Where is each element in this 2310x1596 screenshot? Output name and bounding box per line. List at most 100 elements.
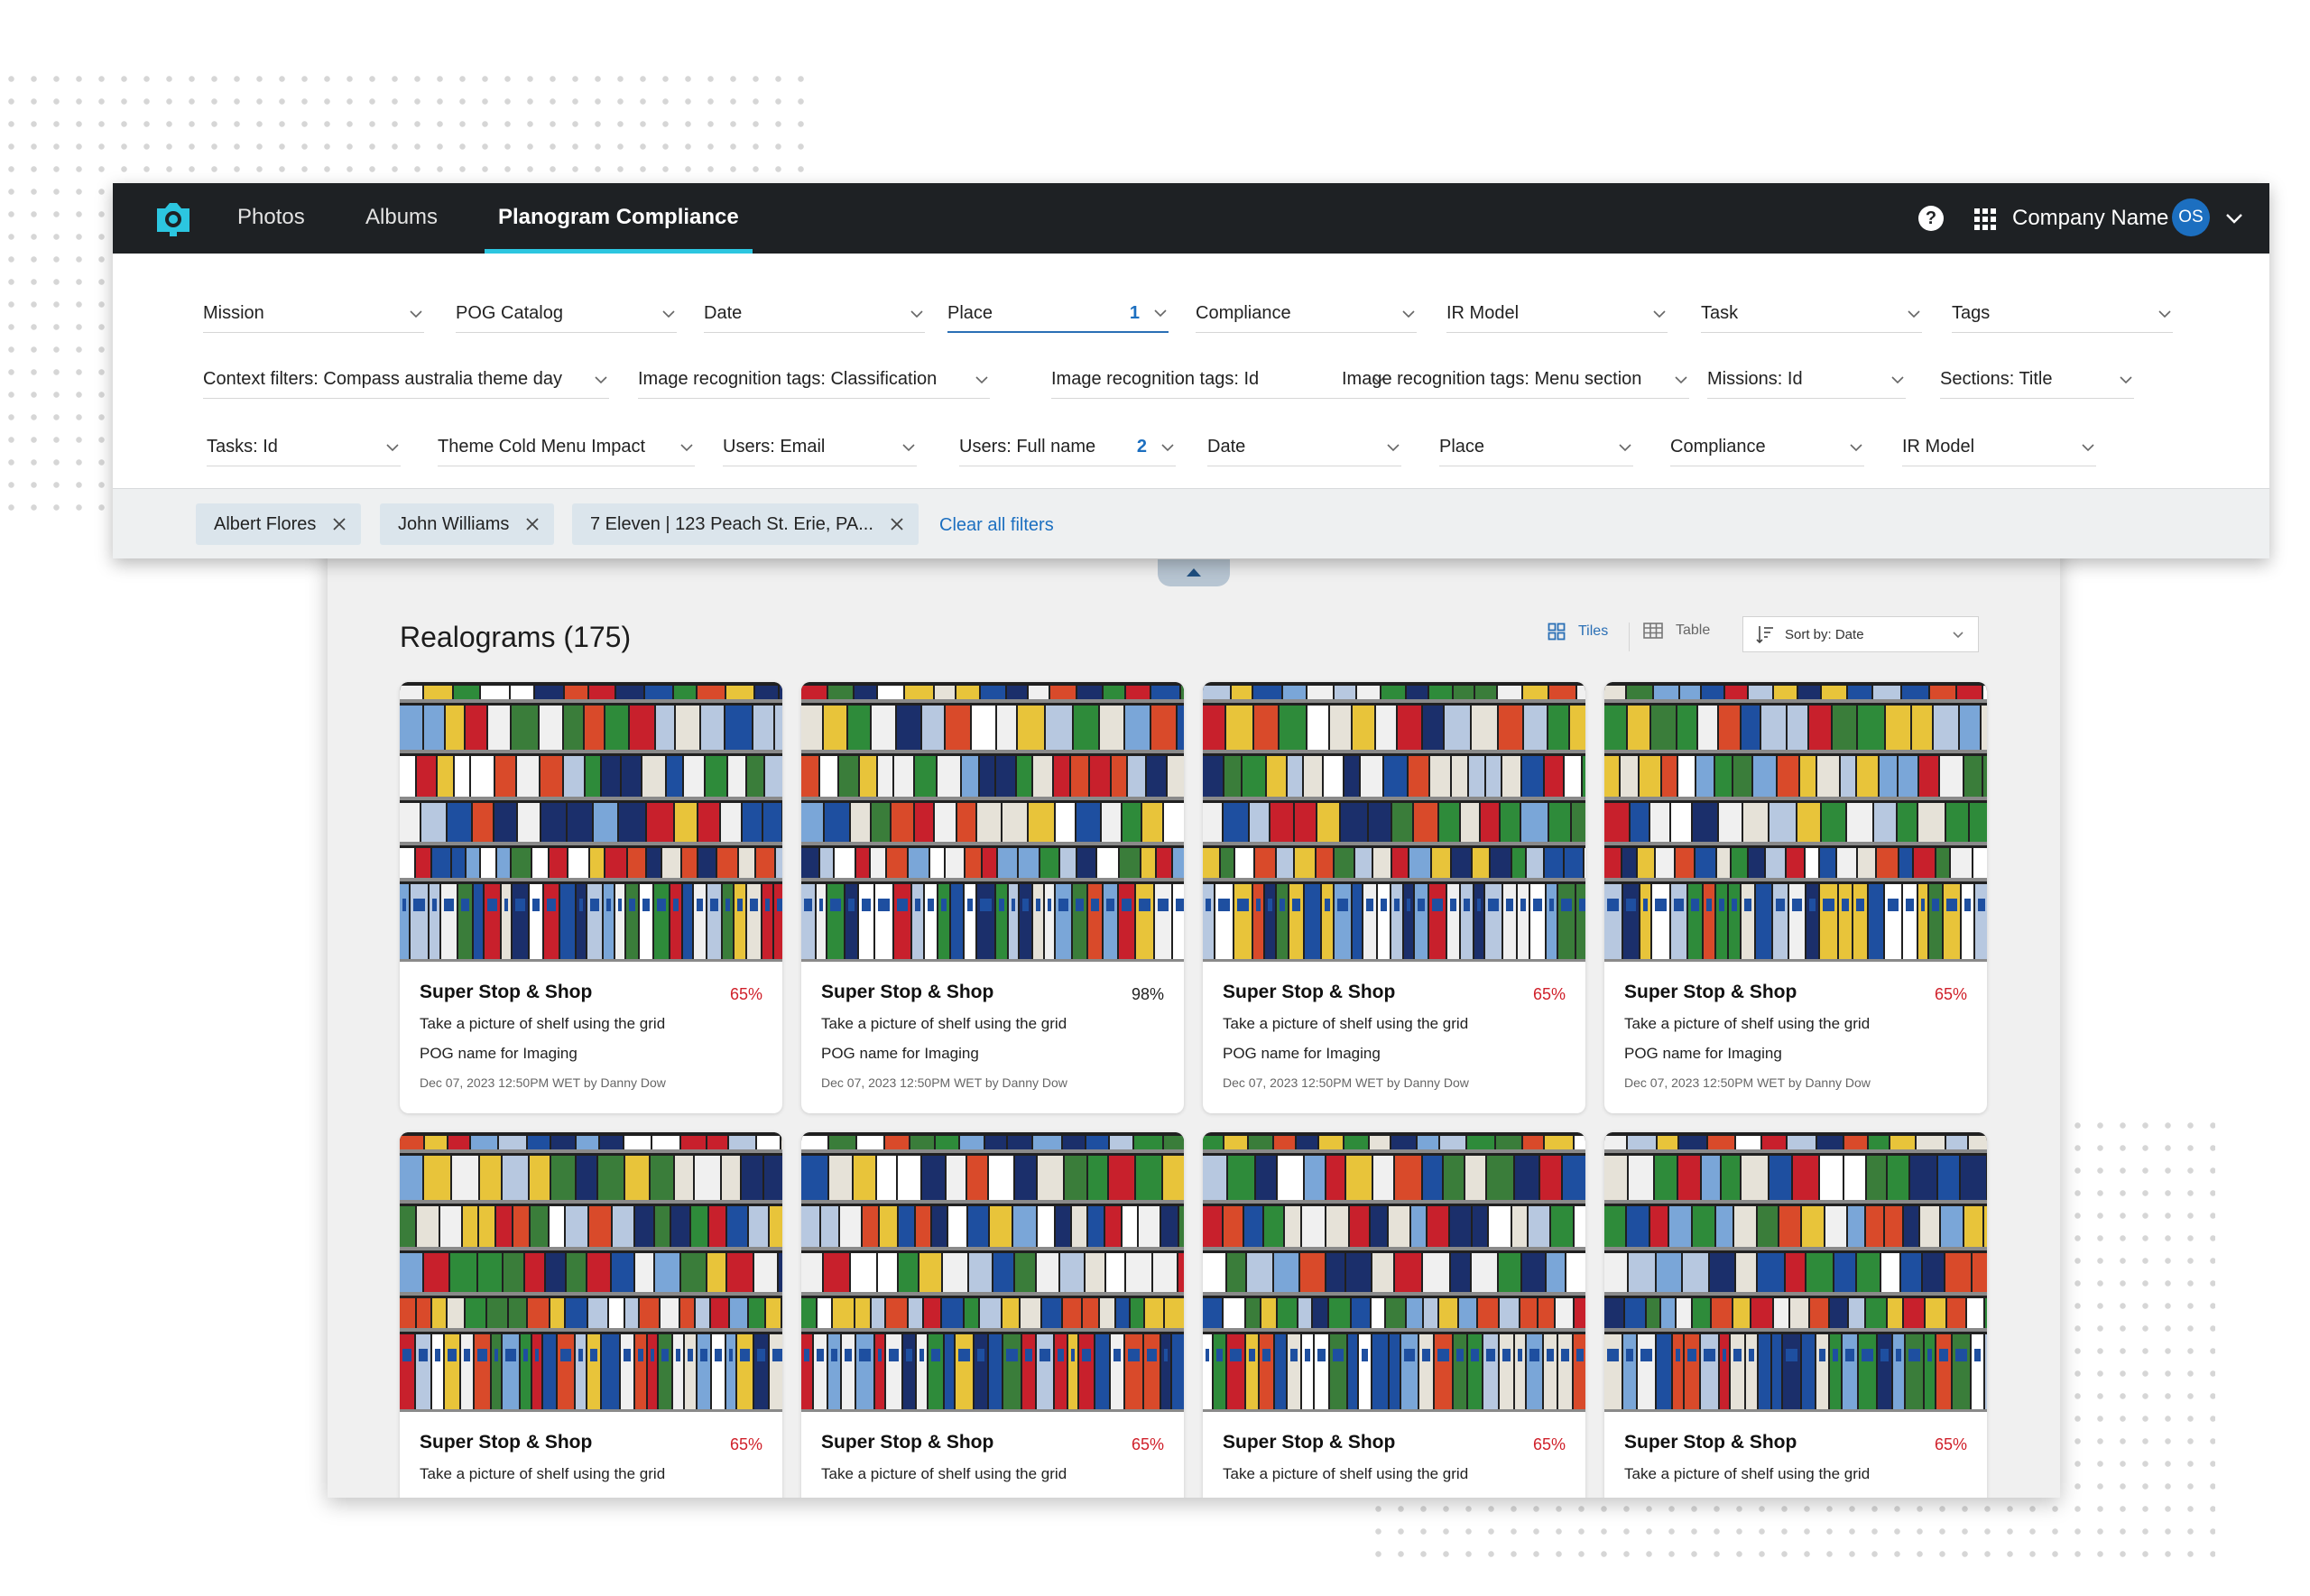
- realogram-card[interactable]: Super Stop & Shop 65% Take a picture of sh…: [400, 1132, 782, 1498]
- chevron-down-icon: [1619, 443, 1631, 451]
- filter-dropdown[interactable]: POG Catalog: [456, 295, 677, 333]
- chevron-down-icon: [410, 309, 422, 318]
- nav-albums[interactable]: Albums: [365, 205, 438, 254]
- apps-grid-icon[interactable]: [1974, 208, 1996, 230]
- nav-planogram-compliance[interactable]: Planogram Compliance: [485, 205, 753, 254]
- store-name: Super Stop & Shop: [420, 1432, 593, 1453]
- filter-dropdown[interactable]: Place: [1439, 429, 1633, 466]
- capture-meta: Dec 07, 2023 12:50PM WET by Danny Dow: [821, 1075, 1067, 1090]
- collapse-filters-button[interactable]: [1158, 559, 1230, 586]
- filter-label: Compliance: [1670, 437, 1766, 457]
- chevron-down-icon: [910, 309, 923, 318]
- filter-dropdown[interactable]: IR Model: [1446, 295, 1668, 333]
- view-tiles-button[interactable]: Tiles: [1548, 623, 1608, 641]
- filter-label: Users: Email: [723, 437, 826, 457]
- chevron-down-icon: [1908, 309, 1920, 318]
- compliance-score: 98%: [1131, 985, 1164, 1003]
- filter-dropdown[interactable]: Tasks: Id: [207, 429, 401, 466]
- filter-label: IR Model: [1446, 303, 1520, 323]
- filter-dropdown[interactable]: Compliance: [1196, 295, 1417, 333]
- chevron-down-icon[interactable]: [2224, 208, 2244, 228]
- view-table-button[interactable]: Table: [1643, 623, 1710, 639]
- task-description: Take a picture of shelf using the grid: [821, 1015, 1067, 1032]
- task-description: Take a picture of shelf using the grid: [1223, 1465, 1469, 1482]
- filter-chip[interactable]: 7 Eleven | 123 Peach St. Erie, PA...: [572, 503, 919, 545]
- filter-dropdown[interactable]: Image recognition tags: Classification: [638, 361, 990, 399]
- realogram-card[interactable]: Super Stop & Shop 98% Take a picture of sh…: [801, 682, 1184, 1113]
- filter-dropdown[interactable]: Image recognition tags: Menu section: [1342, 361, 1689, 399]
- results-panel: Realograms (175) Tiles Table Sort by: Da…: [328, 505, 2060, 1498]
- filter-dropdown[interactable]: Users: Full name 2: [959, 429, 1176, 466]
- realogram-image[interactable]: [1604, 682, 1987, 962]
- filter-label: IR Model: [1902, 437, 1975, 457]
- realogram-card[interactable]: Super Stop & Shop 65% Take a picture of sh…: [801, 1132, 1184, 1498]
- chevron-down-icon: [1953, 632, 1964, 639]
- chip-label: John Williams: [398, 513, 510, 534]
- compliance-score: 65%: [1532, 1435, 1566, 1453]
- filter-dropdown[interactable]: Theme Cold Menu Impact: [438, 429, 695, 466]
- realogram-card[interactable]: Super Stop & Shop 65% Take a picture of sh…: [400, 682, 782, 1113]
- filter-label: POG Catalog: [456, 303, 563, 323]
- filter-dropdown[interactable]: Date: [1207, 429, 1401, 466]
- realogram-image[interactable]: [801, 1132, 1184, 1412]
- store-name: Super Stop & Shop: [821, 982, 994, 1002]
- realogram-image[interactable]: [1604, 1132, 1987, 1412]
- realogram-image[interactable]: [400, 1132, 782, 1412]
- realogram-card[interactable]: Super Stop & Shop 65% Take a picture of sh…: [1604, 1132, 1987, 1498]
- realogram-image[interactable]: [1203, 1132, 1585, 1412]
- sort-select[interactable]: Sort by: Date: [1742, 616, 1979, 652]
- filter-chip[interactable]: John Williams: [380, 503, 555, 545]
- pog-name: POG name for Imaging: [1223, 1045, 1381, 1062]
- company-name[interactable]: Company Name: [2012, 206, 2168, 231]
- filter-dropdown[interactable]: Context filters: Compass australia theme…: [203, 361, 609, 399]
- filter-count-badge: 2: [1136, 437, 1147, 457]
- realogram-card[interactable]: Super Stop & Shop 65% Take a picture of sh…: [1604, 682, 1987, 1113]
- filter-dropdown[interactable]: Missions: Id: [1707, 361, 1906, 399]
- nav-photos[interactable]: Photos: [237, 205, 305, 254]
- store-name: Super Stop & Shop: [1624, 1432, 1797, 1453]
- card-body: Super Stop & Shop 65% Take a picture of sh…: [1203, 962, 1585, 1090]
- filter-dropdown[interactable]: Place 1: [947, 295, 1169, 333]
- shelf-photo: [1203, 1132, 1585, 1412]
- card-body: Super Stop & Shop 98% Take a picture of sh…: [801, 962, 1184, 1090]
- realogram-card[interactable]: Super Stop & Shop 65% Take a picture of sh…: [1203, 682, 1585, 1113]
- realogram-image[interactable]: [400, 682, 782, 962]
- card-body: Super Stop & Shop 65% Take a picture of sh…: [1604, 1412, 1987, 1483]
- realogram-card[interactable]: Super Stop & Shop 65% Take a picture of sh…: [1203, 1132, 1585, 1498]
- chevron-down-icon: [902, 443, 915, 451]
- filter-panel: Photos Albums Planogram Compliance ? Com…: [113, 183, 2269, 558]
- close-icon[interactable]: [890, 517, 904, 531]
- filter-dropdown[interactable]: IR Model: [1902, 429, 2096, 466]
- filter-chip[interactable]: Albert Flores: [196, 503, 362, 545]
- filter-dropdown[interactable]: Task: [1701, 295, 1922, 333]
- filter-dropdown[interactable]: Users: Email: [723, 429, 917, 466]
- shelf-photo: [801, 682, 1184, 962]
- filter-dropdown[interactable]: Date: [704, 295, 925, 333]
- help-icon[interactable]: ?: [1918, 206, 1944, 231]
- filter-dropdown[interactable]: Mission: [203, 295, 424, 333]
- clear-all-filters-link[interactable]: Clear all filters: [939, 515, 1054, 536]
- avatar[interactable]: OS: [2172, 198, 2210, 236]
- close-icon[interactable]: [332, 517, 346, 531]
- pog-name: POG name for Imaging: [821, 1045, 979, 1062]
- store-name: Super Stop & Shop: [1624, 982, 1797, 1002]
- filter-count-badge: 1: [1129, 302, 1140, 323]
- active-filters-bar: Albert Flores John Williams 7 Eleven | 1…: [113, 488, 2269, 558]
- filter-dropdown[interactable]: Compliance: [1670, 429, 1864, 466]
- filter-dropdown[interactable]: Sections: Title: [1940, 361, 2134, 399]
- close-icon[interactable]: [525, 517, 540, 531]
- realogram-image[interactable]: [801, 682, 1184, 962]
- card-body: Super Stop & Shop 65% Take a picture of sh…: [1203, 1412, 1585, 1483]
- compliance-score: 65%: [1532, 985, 1566, 1003]
- camera-logo-icon[interactable]: [153, 199, 193, 237]
- chip-label: Albert Flores: [214, 513, 317, 534]
- realogram-image[interactable]: [1203, 682, 1585, 962]
- store-name: Super Stop & Shop: [1223, 1432, 1396, 1453]
- filter-label: Date: [1207, 437, 1246, 457]
- filter-dropdown[interactable]: Image recognition tags: Id: [1051, 361, 1387, 399]
- chevron-down-icon: [1891, 375, 1904, 383]
- card-body: Super Stop & Shop 65% Take a picture of sh…: [400, 962, 782, 1090]
- filter-dropdown[interactable]: Tags: [1952, 295, 2173, 333]
- pog-name: POG name for Imaging: [1624, 1045, 1782, 1062]
- realogram-grid: Super Stop & Shop 65% Take a picture of sh…: [400, 682, 1987, 1498]
